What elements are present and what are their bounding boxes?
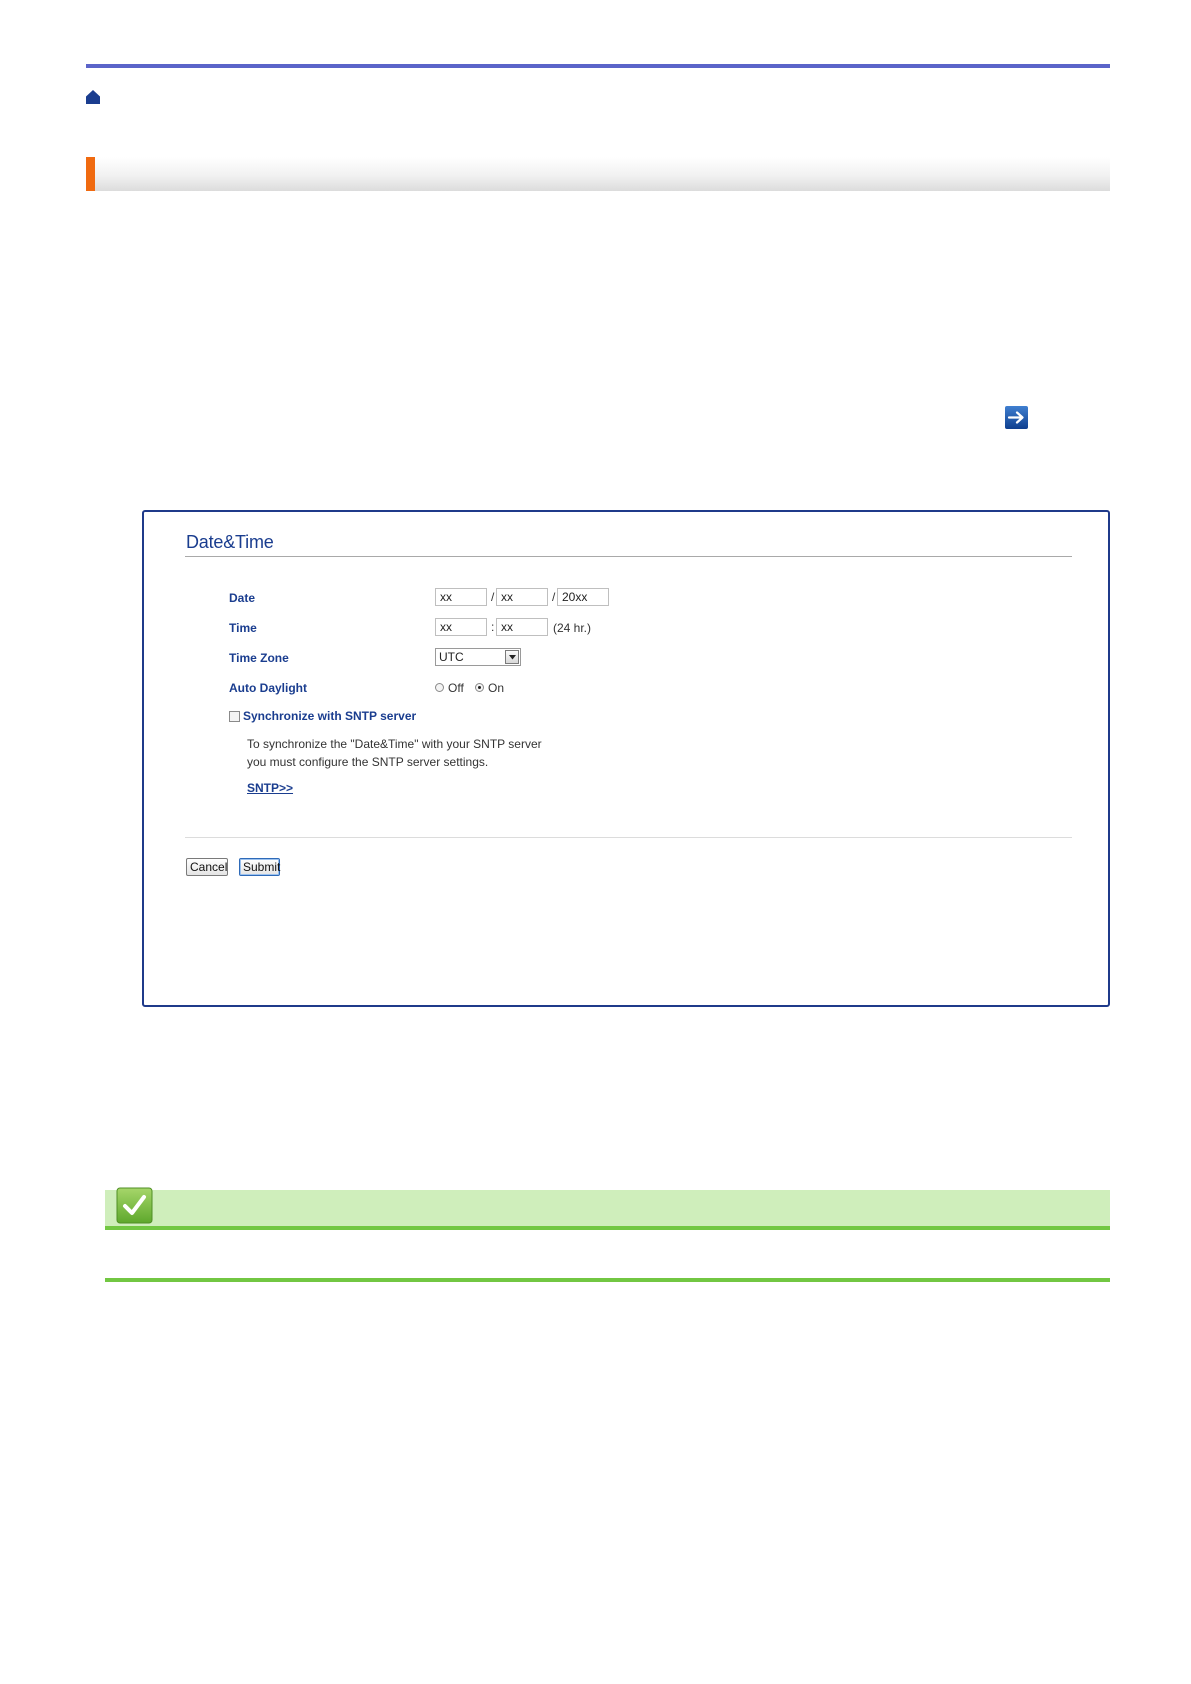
- time-format-hint: (24 hr.): [553, 621, 592, 635]
- time-hour-input[interactable]: [435, 618, 487, 636]
- checkmark-icon: [116, 1187, 153, 1224]
- time-zone-label: Time Zone: [229, 651, 289, 665]
- daylight-off-radio[interactable]: [435, 683, 444, 692]
- home-icon[interactable]: [85, 89, 101, 105]
- sntp-sync-label: Synchronize with SNTP server: [243, 709, 417, 723]
- sntp-note-line2: you must configure the SNTP server setti…: [247, 755, 489, 769]
- daylight-on-radio[interactable]: [475, 683, 484, 692]
- note-rule-bottom: [105, 1278, 1110, 1282]
- cancel-button[interactable]: Cancel: [186, 858, 228, 876]
- time-label: Time: [229, 621, 257, 635]
- sntp-note-line1: To synchronize the "Date&Time" with your…: [247, 737, 542, 751]
- date-month-input[interactable]: [435, 588, 487, 606]
- daylight-on-label: On: [488, 681, 505, 695]
- date-separator: /: [491, 590, 495, 604]
- auto-daylight-label: Auto Daylight: [229, 681, 307, 695]
- sntp-settings-link[interactable]: SNTP>>: [247, 781, 293, 795]
- section-heading-bar: [86, 157, 1110, 191]
- panel-footer-divider: [185, 837, 1072, 838]
- time-zone-select[interactable]: UTC: [435, 648, 521, 666]
- top-rule: [86, 64, 1110, 68]
- submit-button[interactable]: Submit: [239, 858, 280, 876]
- daylight-off-label: Off: [448, 681, 464, 695]
- time-separator: :: [491, 620, 495, 634]
- date-year-input[interactable]: [557, 588, 609, 606]
- panel-title: Date&Time: [186, 532, 274, 552]
- date-time-panel: Date&Time Date / / Time : (24 hr.) Time …: [142, 510, 1110, 1007]
- panel-divider: [185, 556, 1072, 557]
- date-separator: /: [552, 590, 556, 604]
- note-rule-top: [105, 1226, 1110, 1230]
- sntp-sync-checkbox[interactable]: [229, 711, 240, 722]
- time-minute-input[interactable]: [496, 618, 548, 636]
- arrow-right-icon[interactable]: [1005, 406, 1028, 429]
- time-zone-value: UTC: [439, 650, 464, 664]
- chevron-down-icon[interactable]: [505, 650, 519, 664]
- note-header: [105, 1190, 1110, 1226]
- section-accent: [86, 157, 95, 191]
- date-label: Date: [229, 591, 256, 605]
- date-day-input[interactable]: [496, 588, 548, 606]
